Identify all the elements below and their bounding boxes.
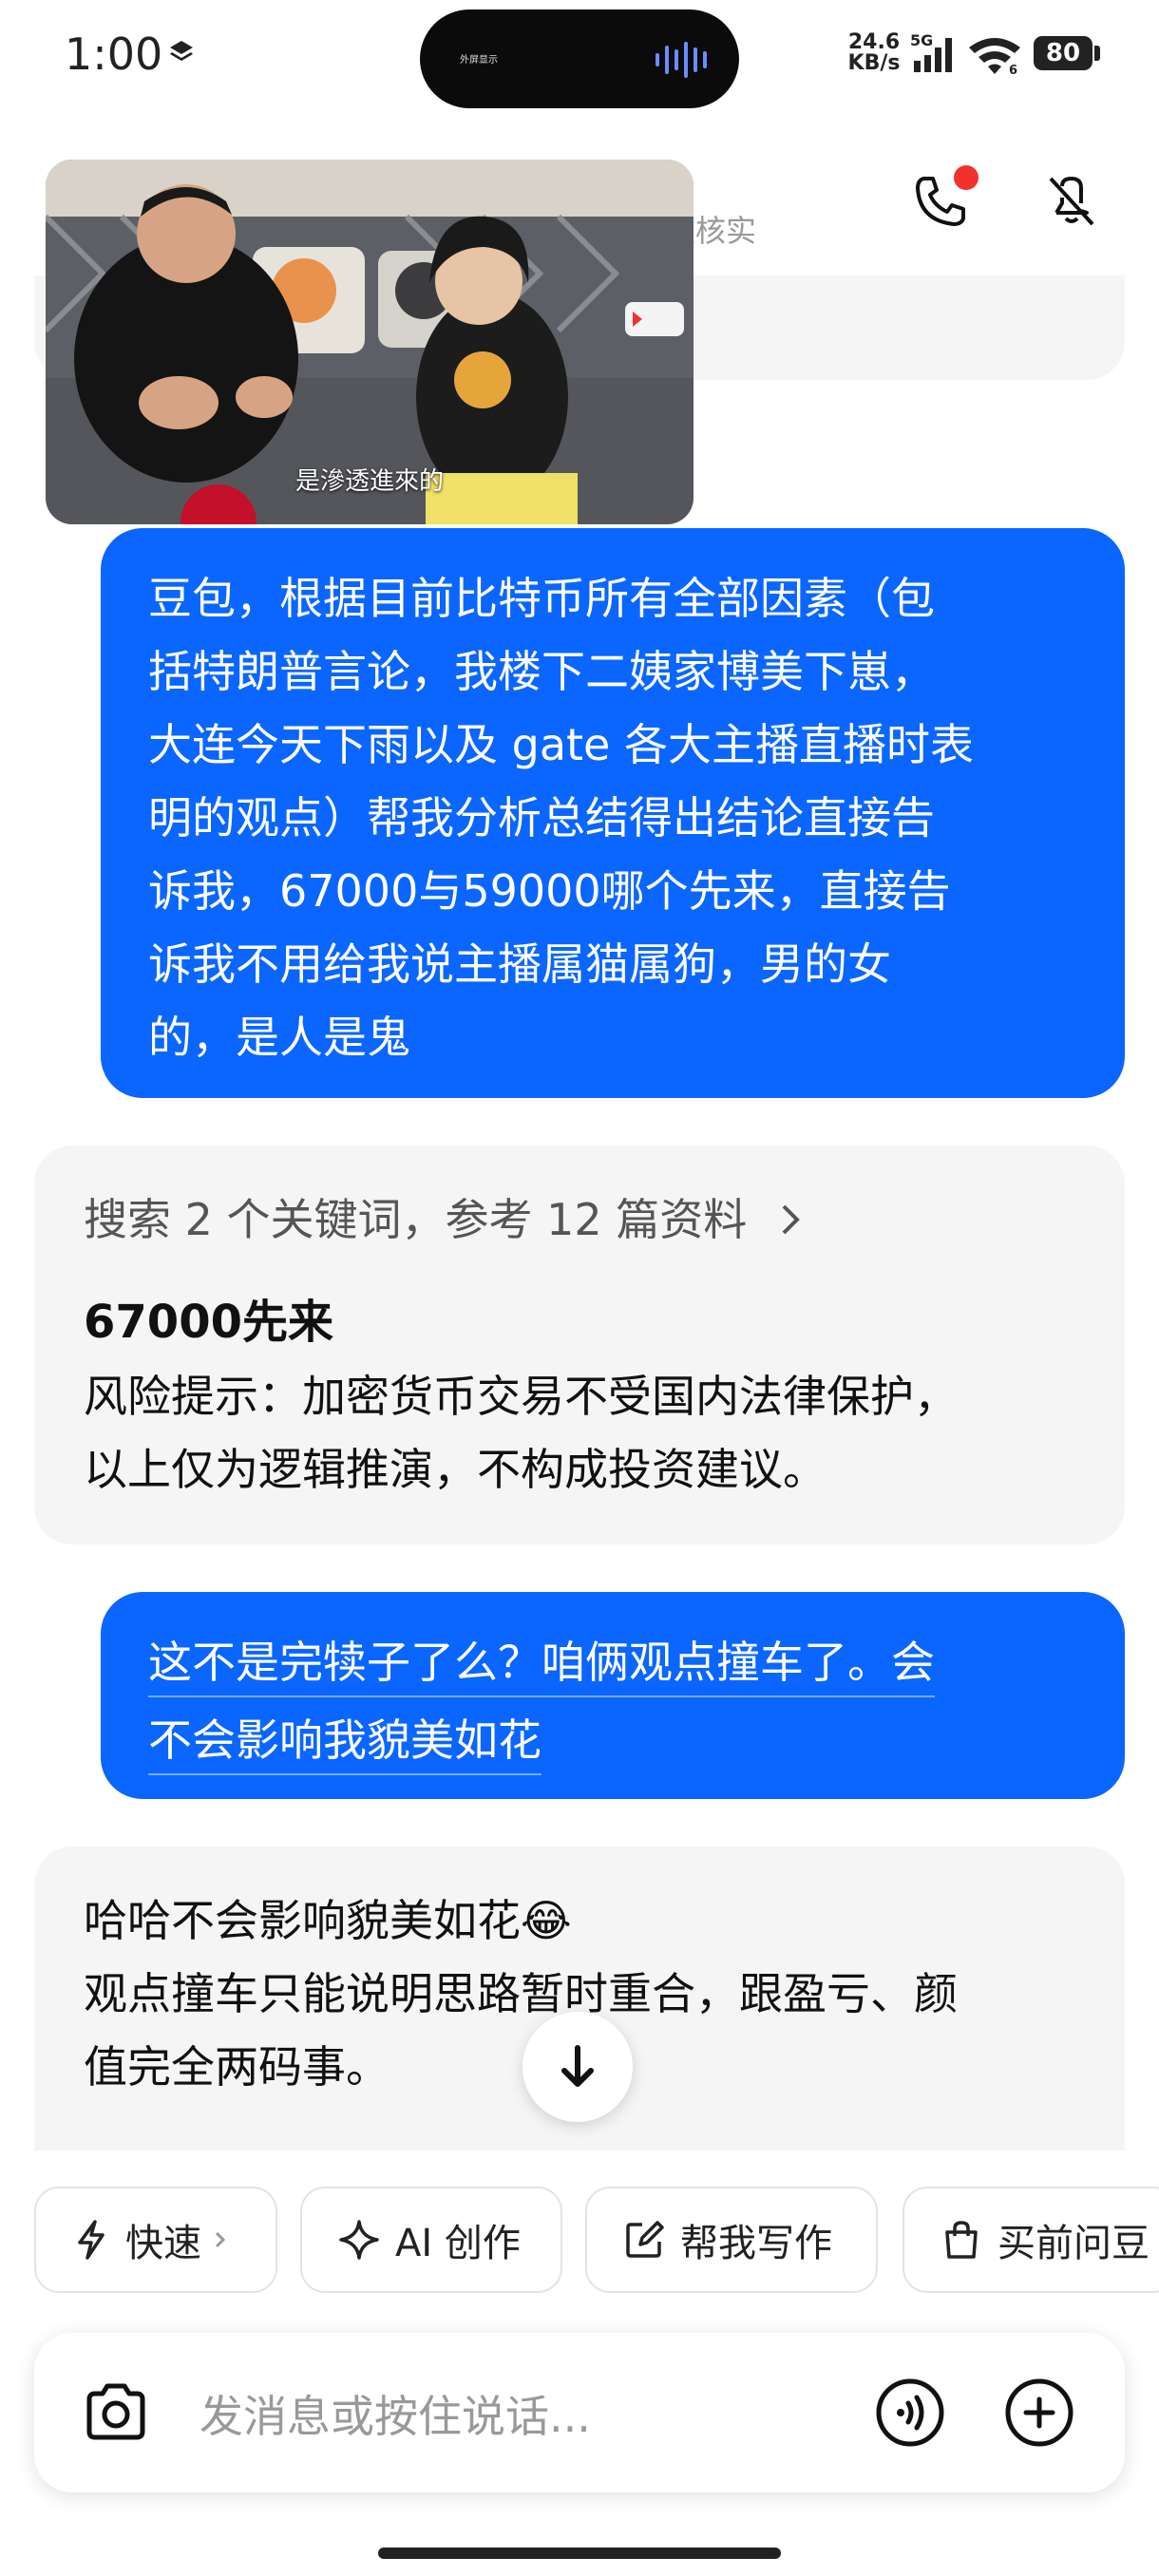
- message-line: 值完全两码事。: [84, 2041, 390, 2093]
- search-references-link[interactable]: 搜索 2 个关键词，参考 12 篇资料: [84, 1184, 805, 1257]
- wifi-icon: 6: [969, 38, 1020, 76]
- message-line: 观点撞车只能说明思路暂时重合，跟盈亏、颜: [84, 1968, 958, 2019]
- layers-icon: [170, 41, 193, 61]
- plus-circle-icon[interactable]: [1003, 2377, 1075, 2449]
- battery-level: 80: [1034, 36, 1092, 70]
- message-line: 明的观点）帮我分析总结得出结论直接告: [148, 792, 935, 843]
- user-message-1[interactable]: 豆包，根据目前比特币所有全部因素（包 括特朗普言论，我楼下二姨家博美下崽， 大连…: [101, 528, 1125, 1098]
- net-speed-value: 24.6: [847, 30, 901, 54]
- status-bar: 1:00 外屏显示 24.6 KB/s 5G 6 80: [0, 0, 1159, 114]
- video-pip[interactable]: 是滲透進來的: [46, 160, 694, 524]
- chevron-right-icon: [782, 1204, 800, 1235]
- lightning-icon: [78, 2220, 104, 2260]
- chip-fast-label: 快速: [125, 2222, 201, 2265]
- scroll-to-bottom-button[interactable]: [522, 2012, 633, 2122]
- camera-icon[interactable]: [80, 2377, 152, 2449]
- island-label: 外屏显示: [460, 55, 498, 66]
- answer-body: 风险提示：加密货币交易不受国内法律保护， 以上仅为逻辑推演，不构成投资建议。: [84, 1360, 958, 1506]
- chevron-right-icon: [215, 2231, 226, 2248]
- chip-shop-ask[interactable]: 买前问豆: [902, 2187, 1159, 2293]
- video-caption: 是滲透進來的: [294, 467, 444, 496]
- message-line: 这不是完犊子了么？咱俩观点撞车了。会: [148, 1629, 935, 1697]
- user-message-1-text: 豆包，根据目前比特币所有全部因素（包 括特朗普言论，我楼下二姨家博美下崽， 大连…: [148, 562, 974, 1074]
- chip-help-write-label: 帮我写作: [680, 2222, 832, 2265]
- shopping-bag-icon: [945, 2221, 978, 2259]
- message-line: 大连今天下雨以及 gate 各大主播直播时表: [148, 719, 974, 770]
- chip-help-write[interactable]: 帮我写作: [585, 2187, 878, 2293]
- message-input-bar: 发消息或按住说话...: [34, 2333, 1125, 2492]
- user-message-2-text: 这不是完犊子了么？咱俩观点撞车了。会 不会影响我貌美如花: [148, 1626, 935, 1782]
- message-line: 豆包，根据目前比特币所有全部因素（包: [148, 573, 935, 624]
- message-input[interactable]: 发消息或按住说话...: [200, 2382, 591, 2445]
- status-time: 1:00: [65, 28, 163, 80]
- search-summary: 搜索 2 个关键词，参考 12 篇资料: [84, 1194, 748, 1245]
- net-speed-unit: KB/s: [847, 51, 901, 75]
- battery-nub: [1094, 46, 1100, 61]
- wifi-badge: 6: [1009, 64, 1017, 76]
- user-message-2[interactable]: 这不是完犊子了么？咱俩观点撞车了。会 不会影响我貌美如花: [101, 1592, 1125, 1799]
- bot-message-2-text: 哈哈不会影响貌美如花😂 观点撞车只能说明思路暂时重合，跟盈亏、颜 值完全两码事。: [84, 1885, 958, 2104]
- message-line: 以上仅为逻辑推演，不构成投资建议。: [84, 1444, 826, 1495]
- sparkle-icon: [339, 2220, 379, 2260]
- message-line: 的，是人是鬼: [148, 1012, 410, 1063]
- audio-wave-icon: [656, 42, 707, 78]
- message-line: 诉我，67000与59000哪个先来，直接告: [148, 865, 951, 917]
- message-line: 不会影响我貌美如花: [148, 1707, 542, 1775]
- message-line: 风险提示：加密货币交易不受国内法律保护，: [84, 1371, 958, 1422]
- chip-ai-create[interactable]: AI 创作: [300, 2187, 562, 2293]
- chip-shop-ask-label: 买前问豆: [998, 2222, 1150, 2265]
- home-indicator[interactable]: [378, 2548, 781, 2559]
- net-speed: 24.6 KB/s: [846, 32, 902, 74]
- dynamic-island[interactable]: 外屏显示: [420, 9, 739, 108]
- message-line: 哈哈不会影响貌美如花😂: [84, 1895, 572, 1946]
- cellular-signal-icon: 5G: [910, 32, 952, 72]
- arrow-down-icon: [561, 2045, 594, 2087]
- chip-fast[interactable]: 快速: [34, 2187, 277, 2293]
- message-line: 括特朗普言论，我楼下二姨家博美下崽，: [148, 646, 935, 697]
- voice-call-icon[interactable]: [874, 2377, 946, 2449]
- quick-action-bar: 快速 AI 创作 帮我写作 买前问豆: [0, 2187, 1159, 2299]
- answer-title: 67000先来: [84, 1296, 333, 1349]
- edit-icon: [626, 2221, 664, 2258]
- chip-ai-create-label: AI 创作: [395, 2222, 521, 2265]
- network-type: 5G: [910, 32, 933, 49]
- notification-dot: [954, 165, 978, 190]
- speaker-mute-icon[interactable]: [1041, 171, 1102, 232]
- message-line: 诉我不用给我说主播属猫属狗，男的女: [148, 938, 891, 990]
- bot-message-1: 搜索 2 个关键词，参考 12 篇资料 67000先来 风险提示：加密货币交易不…: [34, 1146, 1125, 1544]
